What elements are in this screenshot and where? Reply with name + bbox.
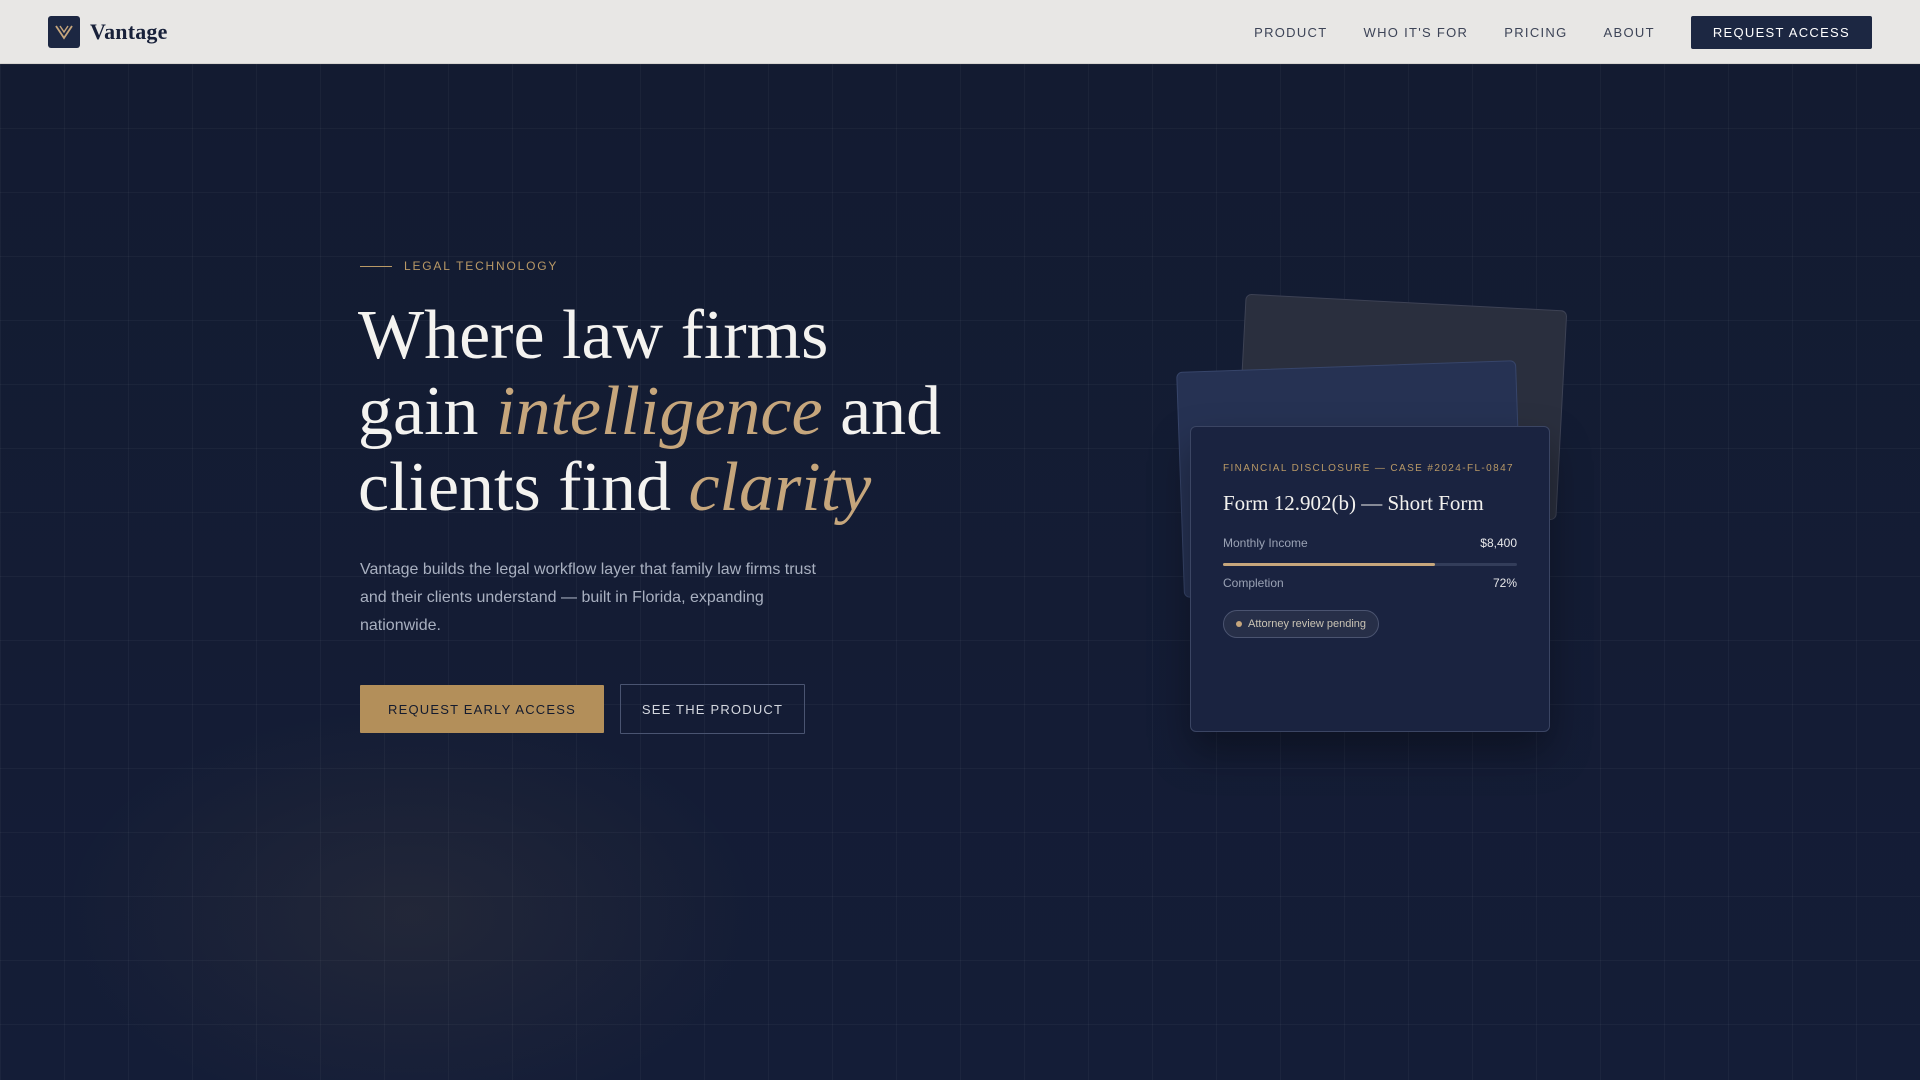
completion-progress-track <box>1223 563 1517 566</box>
hero-headline: Where law firms gain intelligence and cl… <box>358 298 1038 526</box>
hero-section <box>0 64 1920 1080</box>
nav-links: PRODUCT WHO IT'S FOR PRICING ABOUT REQUE… <box>1218 16 1872 49</box>
monthly-income-value: $8,400 <box>1480 536 1517 550</box>
completion-progress-fill <box>1223 563 1435 566</box>
eyebrow-text: LEGAL TECHNOLOGY <box>404 259 559 273</box>
top-navbar: Vantage PRODUCT WHO IT'S FOR PRICING ABO… <box>0 0 1920 64</box>
brand-logo[interactable]: Vantage <box>48 16 168 48</box>
headline-line-2-post: and <box>822 373 942 450</box>
hero-eyebrow: LEGAL TECHNOLOGY <box>360 259 558 273</box>
headline-accent-intelligence: intelligence <box>496 373 823 450</box>
background-glow <box>60 704 760 1080</box>
financial-disclosure-card[interactable]: FINANCIAL DISCLOSURE — CASE #2024-FL-084… <box>1190 426 1550 732</box>
eyebrow-rule <box>360 265 392 267</box>
status-badge: Attorney review pending <box>1223 610 1380 638</box>
hero-subtext: Vantage builds the legal workflow layer … <box>360 561 816 634</box>
see-the-product-button[interactable]: SEE THE PRODUCT <box>620 684 805 734</box>
request-early-access-button[interactable]: REQUEST EARLY ACCESS <box>360 685 604 733</box>
status-dot-icon <box>1236 621 1242 627</box>
card-case-label: FINANCIAL DISCLOSURE — CASE #2024-FL-084… <box>1223 463 1515 474</box>
v-monogram-icon <box>48 16 80 48</box>
completion-label: Completion <box>1223 576 1284 590</box>
headline-line-1: Where law firms <box>358 297 829 374</box>
nav-link-product[interactable]: PRODUCT <box>1254 25 1327 40</box>
nav-link-pricing[interactable]: PRICING <box>1504 25 1567 40</box>
nav-link-about[interactable]: ABOUT <box>1604 25 1655 40</box>
completion-value: 72% <box>1492 576 1517 590</box>
nav-link-who-its-for[interactable]: WHO IT'S FOR <box>1364 25 1469 40</box>
headline-line-3-pre: clients find <box>358 449 689 526</box>
status-badge-text: Attorney review pending <box>1248 618 1367 630</box>
card-form-title: Form 12.902(b) — Short Form <box>1223 491 1484 515</box>
headline-accent-clarity: clarity <box>688 449 872 526</box>
headline-line-2-pre: gain <box>358 373 497 450</box>
brand-name: Vantage <box>90 19 168 44</box>
monthly-income-label: Monthly Income <box>1223 536 1308 550</box>
request-access-button[interactable]: REQUEST ACCESS <box>1690 16 1872 49</box>
